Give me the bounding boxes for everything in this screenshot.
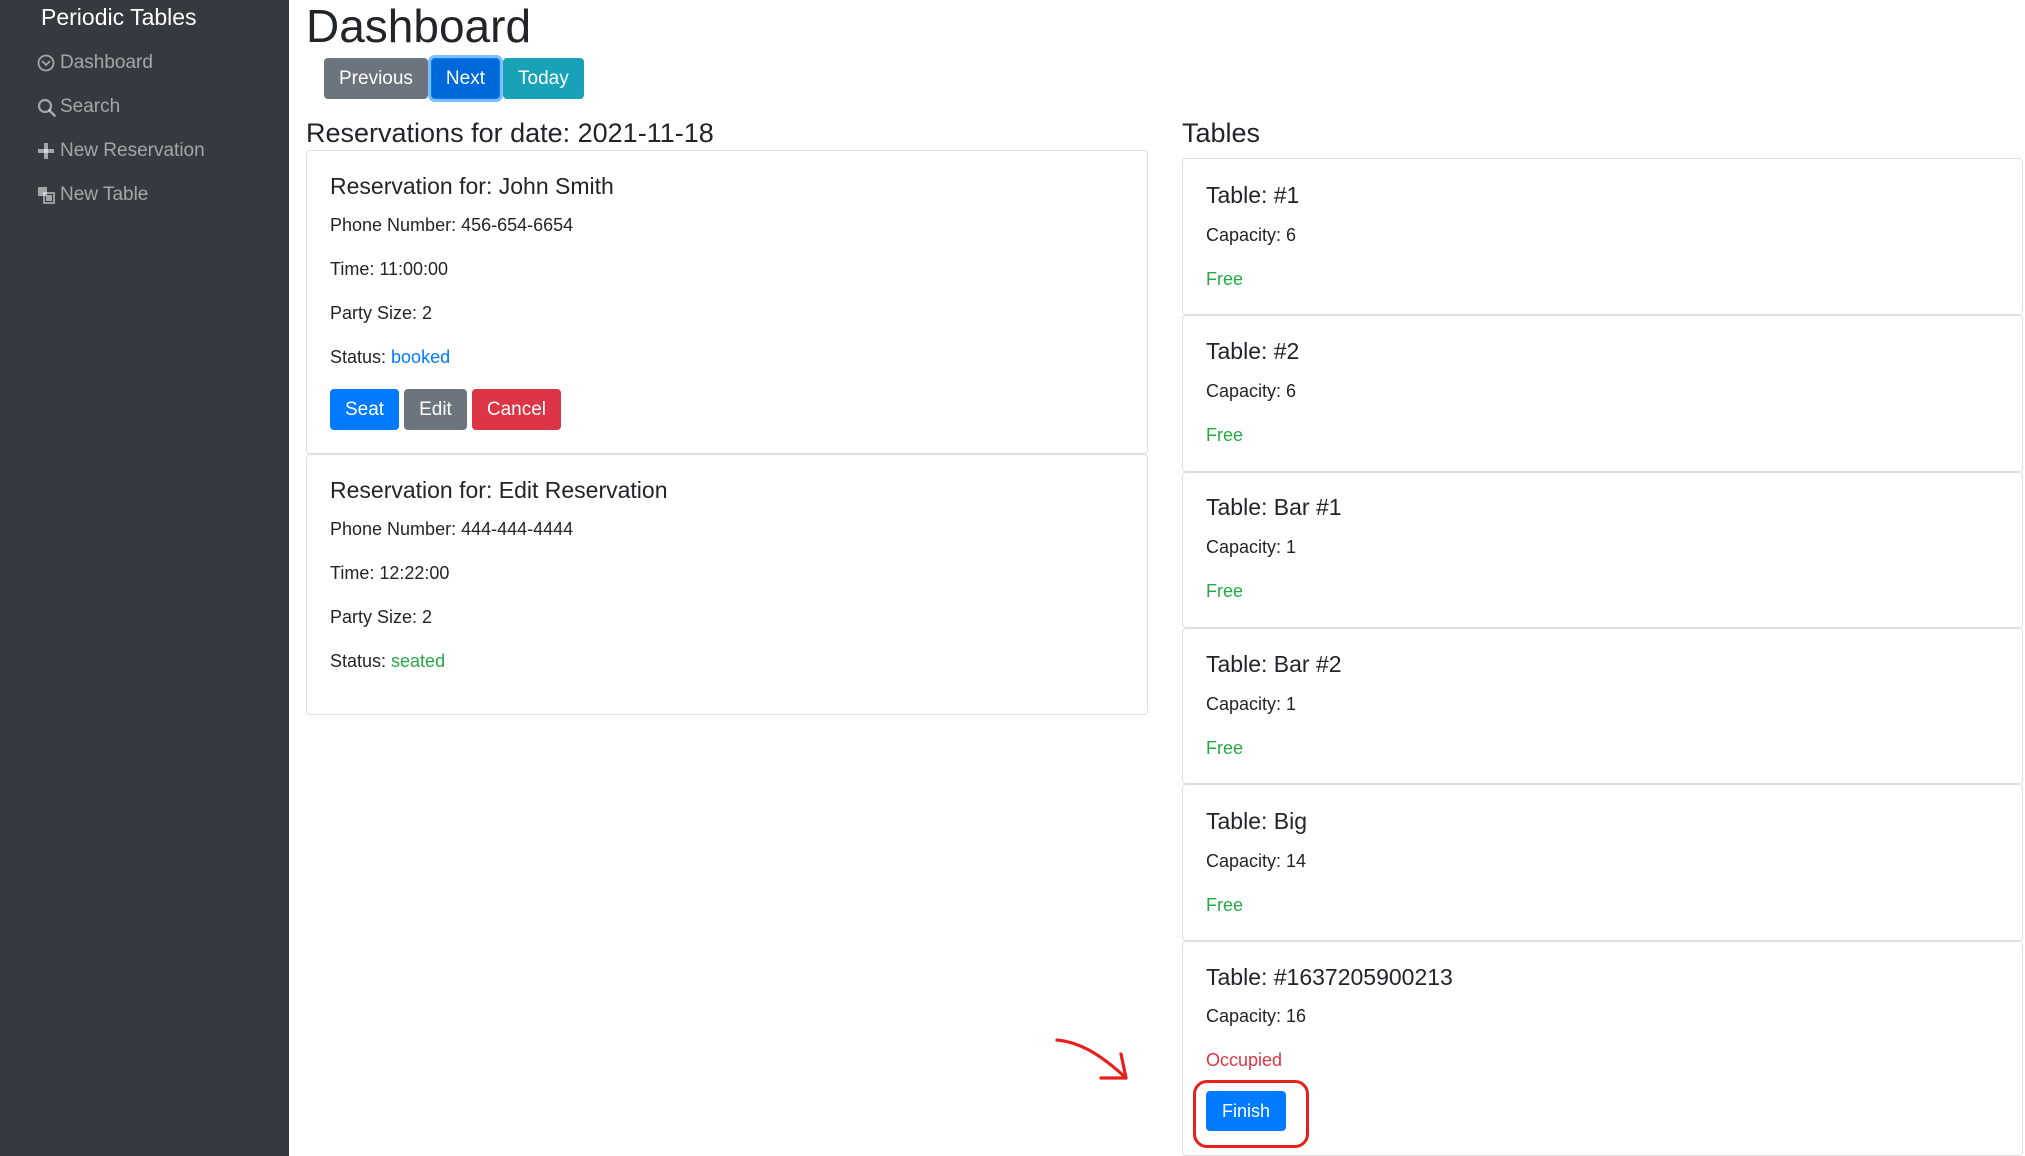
sidebar-item-label: New Reservation	[60, 140, 205, 161]
annotation-arrow-icon	[1055, 1038, 1128, 1080]
page-title: Dashboard	[306, 0, 532, 52]
status-label: Status:	[330, 651, 392, 671]
table-title: Table: #1637205900213	[1206, 964, 1453, 990]
table-capacity: Capacity: 16	[1206, 1006, 1307, 1026]
edit-button[interactable]: Edit	[404, 389, 467, 430]
table-title: Table: Bar #1	[1206, 494, 1342, 520]
reservation-title: Reservation for: John Smith	[330, 173, 614, 199]
reservation-status: Status: booked	[330, 347, 450, 368]
table-card: Table: Bar #1 Capacity: 1 Free	[1182, 472, 2023, 628]
next-button[interactable]: Next	[430, 58, 500, 99]
sidebar-item-label: Dashboard	[60, 52, 153, 73]
table-card: Table: #1 Capacity: 6 Free	[1182, 158, 2023, 315]
table-capacity: Capacity: 14	[1206, 851, 1307, 871]
status-value: booked	[391, 347, 451, 367]
table-title: Table: #1	[1206, 182, 1300, 208]
table-status: Free	[1206, 581, 1244, 601]
reservation-card: Reservation for: Edit Reservation Phone …	[306, 454, 1148, 715]
reservation-phone: Phone Number: 444-444-4444	[330, 519, 574, 539]
brand-title[interactable]: Periodic Tables	[41, 4, 197, 31]
table-status: Free	[1206, 269, 1244, 289]
table-capacity: Capacity: 1	[1206, 537, 1297, 557]
reservation-card: Reservation for: John Smith Phone Number…	[306, 150, 1148, 454]
sidebar-item-new-reservation[interactable]: New Reservation	[35, 135, 205, 167]
table-actions: Finish	[1206, 1091, 1287, 1131]
table-status: Free	[1206, 738, 1244, 758]
reservation-party-size: Party Size: 2	[330, 607, 433, 627]
dashboard-icon	[35, 52, 57, 74]
table-status: Free	[1206, 895, 1244, 915]
today-button[interactable]: Today	[503, 58, 584, 99]
previous-button[interactable]: Previous	[324, 58, 428, 99]
table-title: Table: Bar #2	[1206, 651, 1342, 677]
status-value: seated	[391, 651, 446, 671]
cancel-button[interactable]: Cancel	[471, 389, 561, 430]
sidebar-item-label: New Table	[60, 184, 149, 205]
table-capacity: Capacity: 6	[1206, 225, 1297, 245]
table-title: Table: #2	[1206, 338, 1300, 364]
reservation-time: Time: 12:22:00	[330, 563, 450, 583]
finish-button[interactable]: Finish	[1206, 1091, 1287, 1131]
sidebar: Periodic Tables Dashboard Search New Res…	[0, 0, 289, 1156]
table-title: Table: Big	[1206, 808, 1308, 834]
sidebar-item-label: Search	[60, 96, 121, 117]
date-navigation: Previous Next Today	[324, 58, 584, 99]
reservation-party-size: Party Size: 2	[330, 303, 433, 323]
table-status: Occupied	[1206, 1050, 1283, 1070]
reservations-heading: Reservations for date: 2021-11-18	[306, 118, 714, 148]
layers-icon	[35, 184, 57, 206]
reservation-time: Time: 11:00:00	[330, 259, 449, 279]
reservation-phone: Phone Number: 456-654-6654	[330, 215, 574, 235]
sidebar-item-search[interactable]: Search	[35, 91, 120, 123]
reservation-actions: Seat Edit Cancel	[330, 389, 561, 430]
search-icon	[35, 96, 57, 118]
table-capacity: Capacity: 6	[1206, 381, 1297, 401]
table-card: Table: #2 Capacity: 6 Free	[1182, 315, 2023, 472]
table-capacity: Capacity: 1	[1206, 694, 1297, 714]
reservation-title: Reservation for: Edit Reservation	[330, 477, 668, 503]
table-status: Free	[1206, 425, 1244, 445]
sidebar-item-dashboard[interactable]: Dashboard	[35, 47, 153, 79]
table-card: Table: Big Capacity: 14 Free	[1182, 784, 2023, 941]
sidebar-item-new-table[interactable]: New Table	[35, 179, 148, 211]
tables-heading: Tables	[1182, 118, 1261, 148]
table-card: Table: #1637205900213 Capacity: 16 Occup…	[1182, 941, 2023, 1156]
plus-icon	[35, 140, 57, 162]
reservation-status: Status: seated	[330, 651, 445, 672]
seat-button[interactable]: Seat	[330, 389, 400, 430]
table-card: Table: Bar #2 Capacity: 1 Free	[1182, 628, 2023, 784]
status-label: Status:	[330, 347, 392, 367]
